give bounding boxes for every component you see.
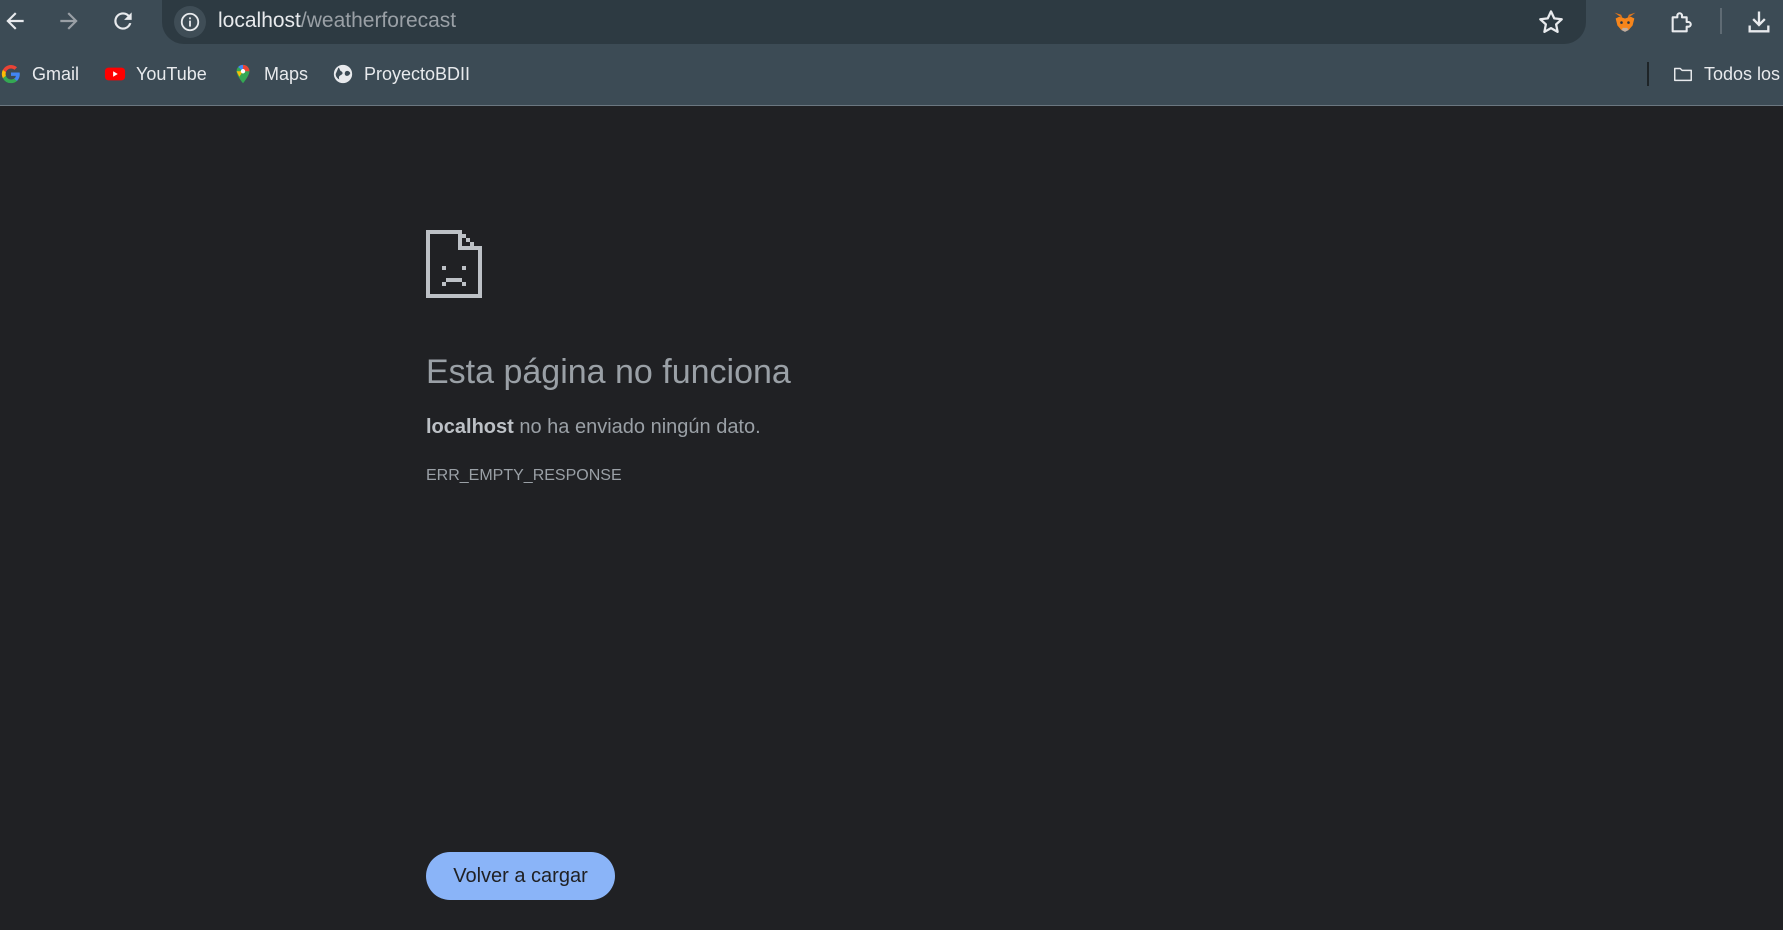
bookmark-label: Gmail [32, 63, 80, 84]
bookmark-label: YouTube [136, 63, 207, 84]
reload-button[interactable] [106, 4, 140, 38]
url-host: localhost [218, 9, 301, 32]
error-page: Esta página no funciona localhost no ha … [426, 230, 1326, 486]
bookmark-label: ProyectoBDII [364, 63, 471, 84]
toolbar-divider [1720, 8, 1722, 34]
folder-icon [1674, 67, 1692, 82]
error-title: Esta página no funciona [426, 353, 791, 391]
sad-page-icon [426, 230, 482, 298]
bookmark-proyectobdii[interactable]: ProyectoBDII [332, 54, 470, 94]
bookmark-youtube[interactable]: YouTube [104, 54, 207, 94]
all-bookmarks-folder[interactable]: Todos los [1672, 54, 1780, 94]
bookmarks-bar: Gmail YouTube Maps ProyectoBDII Todos lo… [0, 54, 1783, 94]
site-info-button[interactable] [174, 6, 206, 38]
forward-icon [60, 12, 78, 30]
downloads-button[interactable] [1742, 5, 1776, 39]
maps-pin-icon [236, 64, 250, 84]
site-info-icon [180, 12, 200, 32]
reload-page-button[interactable]: Volver a cargar [426, 852, 615, 900]
url-text[interactable]: localhost/weatherforecast [218, 9, 456, 33]
address-bar[interactable]: localhost/weatherforecast [162, 0, 1586, 44]
error-description: localhost no ha enviado ningún dato. [426, 414, 1326, 440]
reload-icon [114, 12, 132, 30]
extensions-puzzle-icon [1671, 12, 1692, 33]
all-bookmarks-label: Todos los [1704, 63, 1781, 84]
extensions-button[interactable] [1665, 5, 1699, 39]
error-host: localhost [426, 416, 514, 438]
bookmark-star-icon[interactable] [1536, 7, 1566, 37]
downloads-icon [1748, 11, 1770, 33]
error-message: no ha enviado ningún dato. [513, 416, 761, 438]
back-button[interactable] [0, 4, 32, 38]
url-path: /weatherforecast [300, 9, 457, 32]
bookmark-gmail[interactable]: Gmail [0, 54, 79, 94]
metamask-fox-icon [1614, 12, 1636, 32]
browser-toolbar: localhost/weatherforecast Gmail YouTube … [0, 0, 1783, 106]
bookmarks-divider [1647, 62, 1649, 86]
bookmark-label: Maps [264, 63, 309, 84]
bookmark-maps[interactable]: Maps [232, 54, 308, 94]
metamask-extension-button[interactable] [1608, 5, 1642, 39]
google-g-icon [1, 64, 20, 84]
youtube-icon [104, 67, 126, 81]
globe-icon [333, 64, 353, 84]
error-code: ERR_EMPTY_RESPONSE [426, 467, 622, 484]
back-icon [6, 12, 24, 30]
forward-button[interactable] [52, 4, 86, 38]
